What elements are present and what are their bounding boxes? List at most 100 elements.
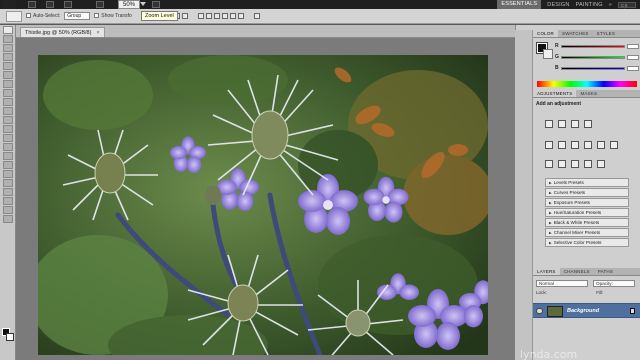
crop-tool-icon[interactable] — [2, 62, 13, 70]
tab-layers[interactable]: LAYERS — [533, 268, 560, 275]
shape-tool-icon[interactable] — [2, 179, 13, 187]
color-balance-icon[interactable] — [571, 141, 579, 149]
more-workspaces-icon[interactable]: » — [609, 2, 612, 8]
tab-masks[interactable]: MASKS — [576, 90, 601, 97]
gradient-map-icon[interactable] — [584, 160, 592, 168]
green-slider[interactable] — [561, 55, 625, 59]
preset-selective-color[interactable]: Selective Color Presets — [545, 238, 629, 247]
image-canvas[interactable] — [38, 55, 488, 355]
blend-mode-select[interactable]: Normal — [536, 280, 588, 287]
preset-curves[interactable]: Curves Presets — [545, 188, 629, 197]
tool-preset-picker[interactable] — [6, 10, 22, 22]
hand-tool-icon[interactable] — [2, 206, 13, 214]
quick-select-tool-icon[interactable] — [2, 53, 13, 61]
eraser-tool-icon[interactable] — [2, 116, 13, 124]
path-selection-tool-icon[interactable] — [2, 170, 13, 178]
tab-styles[interactable]: STYLES — [593, 30, 619, 37]
view-extras-icon[interactable] — [64, 1, 72, 8]
preset-levels[interactable]: Levels Presets — [545, 178, 629, 187]
hue-saturation-icon[interactable] — [558, 141, 566, 149]
opacity-field[interactable]: Opacity: — [593, 280, 635, 287]
workspace-essentials[interactable]: ESSENTIALS — [497, 0, 542, 9]
arrange-documents-icon[interactable] — [152, 1, 160, 8]
posterize-icon[interactable] — [558, 160, 566, 168]
selective-color-icon[interactable] — [597, 160, 605, 168]
brightness-contrast-icon[interactable] — [545, 120, 553, 128]
levels-icon[interactable] — [558, 120, 566, 128]
zoom-level-field[interactable]: 50% — [118, 0, 140, 9]
background-color-swatch[interactable] — [6, 333, 14, 341]
zoom-tool-icon[interactable] — [2, 215, 13, 223]
color-spectrum-ramp[interactable] — [537, 81, 637, 87]
eye-icon[interactable] — [536, 308, 543, 314]
tab-swatches[interactable]: SWATCHES — [558, 30, 593, 37]
distribute-top-icon[interactable] — [197, 13, 204, 19]
auto-select-dropdown[interactable]: Group — [64, 12, 91, 20]
tab-channels[interactable]: CHANNELS — [560, 268, 594, 275]
distribute-vcenter-icon[interactable] — [205, 13, 212, 19]
lock-row: Lock: Fill: — [536, 290, 603, 295]
show-transform-option[interactable]: Show Transfo — [94, 13, 132, 19]
tab-color[interactable]: COLOR — [533, 30, 559, 37]
layer-row-background[interactable]: Background — [533, 303, 640, 318]
3d-rotate-tool-icon[interactable] — [2, 188, 13, 196]
cs-live-button[interactable]: CS Live — [618, 1, 636, 13]
auto-select-option[interactable]: Auto-Select: — [26, 13, 60, 19]
lasso-tool-icon[interactable] — [2, 44, 13, 52]
tab-paths[interactable]: PATHS — [594, 268, 617, 275]
clone-stamp-tool-icon[interactable] — [2, 98, 13, 106]
distribute-hcenter-icon[interactable] — [229, 13, 236, 19]
red-slider[interactable] — [561, 44, 625, 48]
preset-channel-mixer[interactable]: Channel Mixer Presets — [545, 228, 629, 237]
gradient-tool-icon[interactable] — [2, 125, 13, 133]
3d-camera-tool-icon[interactable] — [2, 197, 13, 205]
healing-brush-tool-icon[interactable] — [2, 80, 13, 88]
green-value-field[interactable] — [627, 54, 639, 60]
collapsed-panel-strip — [515, 30, 533, 360]
preset-exposure[interactable]: Exposure Presets — [545, 198, 629, 207]
history-brush-tool-icon[interactable] — [2, 107, 13, 115]
color-panel: COLOR SWATCHES STYLES R G B — [533, 30, 640, 88]
background-color-chip[interactable] — [543, 49, 553, 59]
tab-adjustments[interactable]: ADJUSTMENTS — [533, 90, 577, 97]
eyedropper-tool-icon[interactable] — [2, 71, 13, 79]
layers-panel: LAYERS CHANNELS PATHS Normal Opacity: Lo… — [533, 268, 640, 360]
close-icon[interactable]: × — [96, 28, 99, 38]
pen-tool-icon[interactable] — [2, 152, 13, 160]
brush-tool-icon[interactable] — [2, 89, 13, 97]
type-tool-icon[interactable] — [2, 161, 13, 169]
workspace-painting[interactable]: PAINTING — [576, 2, 603, 8]
chevron-down-icon[interactable] — [140, 2, 146, 6]
document-tab[interactable]: Thistle.jpg @ 50% (RGB/8) × — [20, 27, 105, 37]
exposure-icon[interactable] — [584, 120, 592, 128]
dodge-tool-icon[interactable] — [2, 143, 13, 151]
curves-icon[interactable] — [571, 120, 579, 128]
distribute-right-icon[interactable] — [237, 13, 244, 19]
preset-hue-saturation[interactable]: Hue/Saturation Presets — [545, 208, 629, 217]
hand-tool-icon[interactable] — [96, 1, 104, 8]
vibrance-icon[interactable] — [545, 141, 553, 149]
add-adjustment-label: Add an adjustment — [536, 101, 582, 107]
auto-select-checkbox[interactable] — [26, 13, 31, 19]
blur-tool-icon[interactable] — [2, 134, 13, 142]
photo-filter-icon[interactable] — [597, 141, 605, 149]
marquee-tool-icon[interactable] — [2, 35, 13, 43]
distribute-left-icon[interactable] — [221, 13, 228, 19]
bridge-icon[interactable] — [28, 1, 36, 8]
auto-align-layers-icon[interactable] — [253, 13, 260, 19]
black-white-icon[interactable] — [584, 141, 592, 149]
align-right-icon[interactable] — [181, 13, 188, 19]
channel-mixer-icon[interactable] — [610, 141, 618, 149]
show-transform-checkbox[interactable] — [94, 13, 100, 19]
workspace-design[interactable]: DESIGN — [547, 2, 569, 8]
move-tool-icon[interactable] — [2, 26, 13, 34]
invert-icon[interactable] — [545, 160, 553, 168]
red-value-field[interactable] — [627, 43, 639, 49]
blue-value-field[interactable] — [627, 65, 639, 71]
preset-black-white[interactable]: Black & White Presets — [545, 218, 629, 227]
minibridge-icon[interactable] — [46, 1, 54, 8]
layers-panel-tabs: LAYERS CHANNELS PATHS — [533, 268, 640, 276]
threshold-icon[interactable] — [571, 160, 579, 168]
distribute-bottom-icon[interactable] — [213, 13, 220, 19]
blue-slider[interactable] — [561, 66, 625, 70]
